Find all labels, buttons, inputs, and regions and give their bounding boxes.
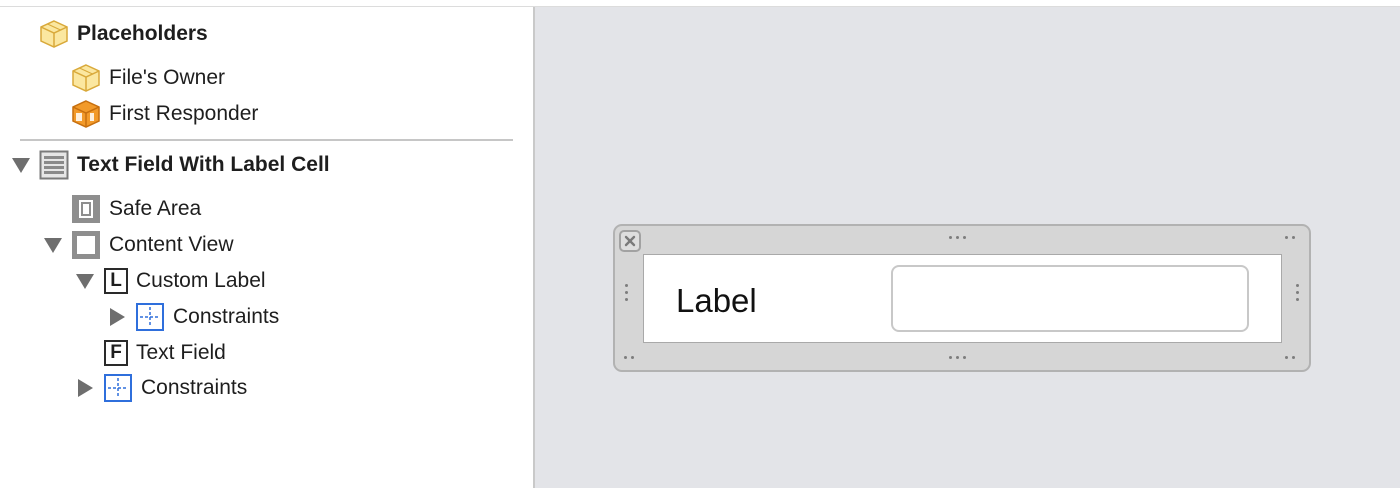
outline-item-custom-label-constraints[interactable]: Constraints (135, 302, 279, 332)
text-field-letter-icon: F (104, 340, 128, 366)
constraints-icon (103, 373, 133, 403)
resize-grip-top-right[interactable] (1285, 236, 1295, 239)
content-view-label: Content View (109, 233, 234, 256)
resize-grip-left[interactable] (625, 284, 628, 301)
outline-item-files-owner[interactable]: File's Owner (71, 63, 225, 93)
text-field-label: Text Field (136, 341, 226, 364)
safe-area-label: Safe Area (109, 197, 202, 220)
constraints-label: Constraints (173, 305, 280, 328)
label-letter-icon: L (104, 268, 128, 294)
constraints-icon (135, 302, 165, 332)
outline-placeholders-header[interactable]: Placeholders (39, 19, 208, 49)
constraints-label: Constraints (141, 376, 248, 399)
outline-item-custom-label[interactable]: L Custom Label (101, 266, 266, 296)
outline-item-first-responder[interactable]: First Responder (71, 99, 258, 129)
cell-root-label: Text Field With Label Cell (77, 153, 330, 176)
placeholder-cube-icon (39, 19, 69, 49)
cell-text-field[interactable] (891, 265, 1249, 332)
outline-item-text-field-with-label-cell[interactable]: Text Field With Label Cell (39, 150, 330, 180)
files-owner-label: File's Owner (109, 66, 226, 89)
disclosure-triangle-expanded-icon[interactable] (12, 158, 30, 173)
table-cell-icon (39, 150, 69, 180)
view-icon (71, 230, 101, 260)
outline-item-content-view[interactable]: Content View (71, 230, 234, 260)
disclosure-triangle-collapsed-icon[interactable] (78, 379, 93, 397)
outline-section-separator (20, 139, 513, 141)
custom-label-label: Custom Label (136, 269, 266, 292)
disclosure-triangle-expanded-icon[interactable] (76, 274, 94, 289)
disclosure-triangle-expanded-icon[interactable] (44, 238, 62, 253)
resize-grip-bottom[interactable] (949, 356, 966, 359)
placeholders-header-label: Placeholders (77, 22, 208, 45)
disclosure-triangle-collapsed-icon[interactable] (110, 308, 125, 326)
resize-grip-top[interactable] (949, 236, 966, 239)
first-responder-icon (71, 99, 101, 129)
first-responder-label: First Responder (109, 102, 259, 125)
outline-item-constraints[interactable]: Constraints (103, 373, 247, 403)
outline-item-safe-area[interactable]: Safe Area (71, 194, 201, 224)
cell-custom-label[interactable]: Label (676, 282, 757, 320)
safe-area-icon (71, 194, 101, 224)
resize-grip-bottom-left[interactable] (624, 356, 634, 359)
resize-grip-right[interactable] (1296, 284, 1299, 301)
resize-grip-bottom-right[interactable] (1285, 356, 1295, 359)
placeholder-cube-icon (71, 63, 101, 93)
outline-item-text-field[interactable]: F Text Field (101, 338, 226, 368)
close-icon[interactable] (619, 230, 641, 252)
